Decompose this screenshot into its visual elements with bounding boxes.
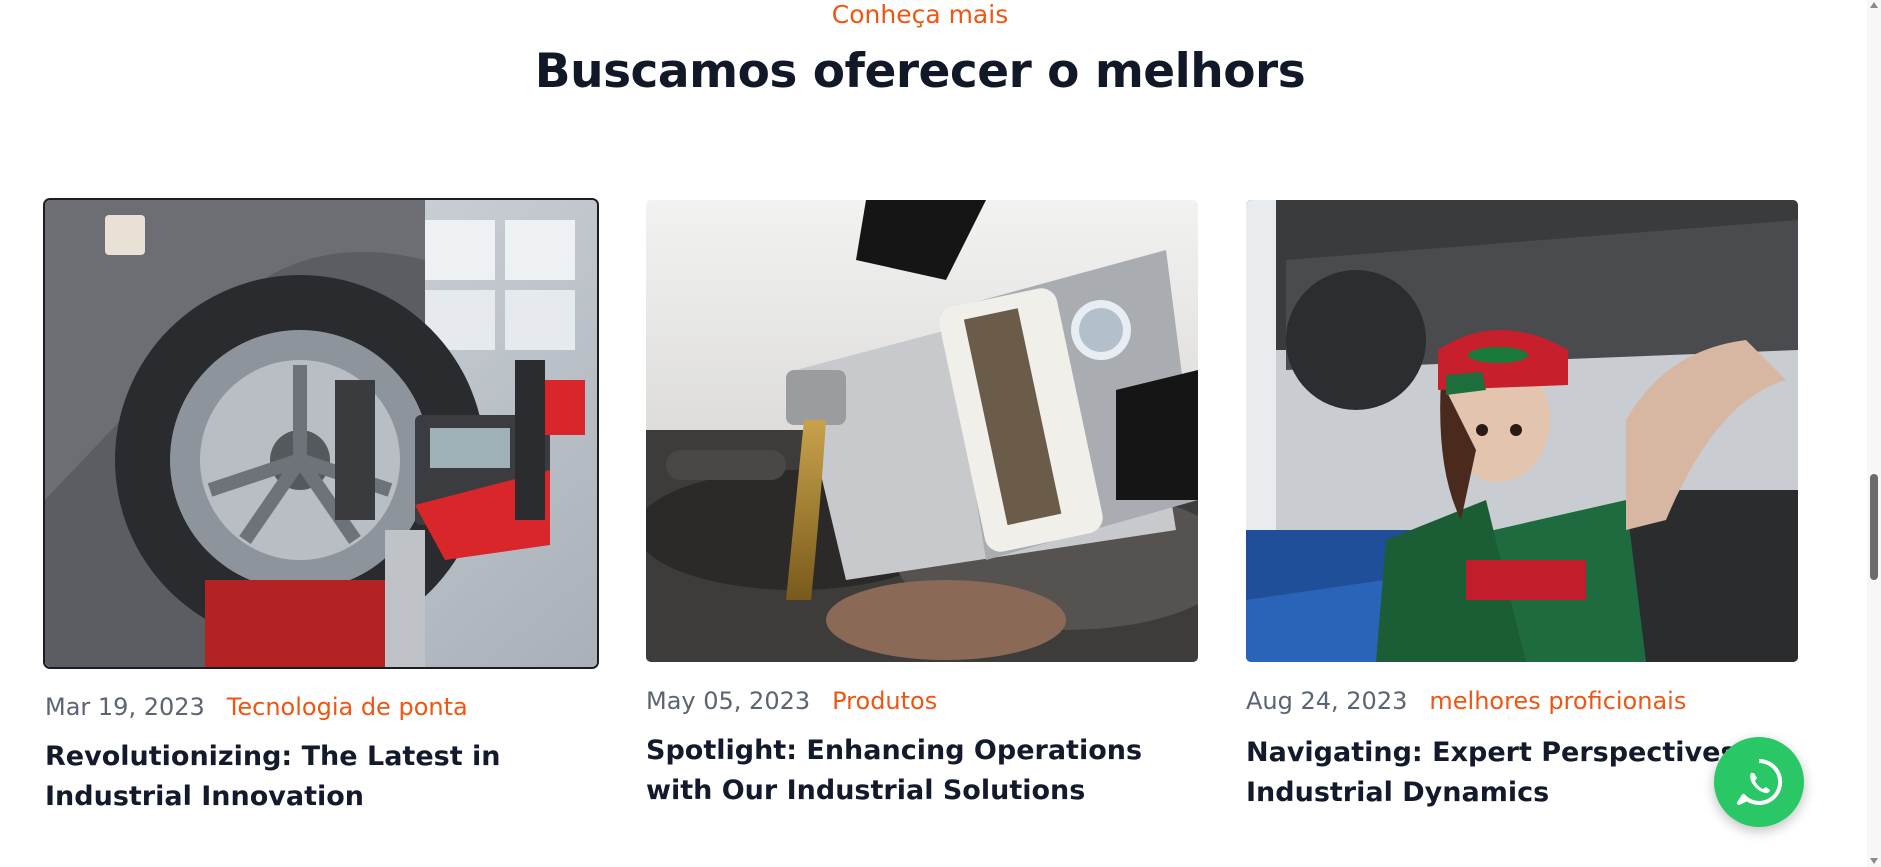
scrollbar[interactable] bbox=[1867, 0, 1881, 867]
blog-card-image[interactable] bbox=[646, 200, 1198, 662]
post-category[interactable]: melhores proficionais bbox=[1429, 687, 1686, 715]
post-meta: Aug 24, 2023 melhores proficionais bbox=[1246, 686, 1686, 716]
wheel-alignment-photo bbox=[45, 200, 597, 667]
post-date: Aug 24, 2023 bbox=[1246, 687, 1408, 715]
blog-card-image[interactable] bbox=[1246, 200, 1798, 662]
section-title: Buscamos oferecer o melhors bbox=[534, 44, 1306, 99]
oil-pouring-photo bbox=[646, 200, 1198, 662]
scroll-up-arrow-icon[interactable] bbox=[1870, 2, 1878, 8]
mechanic-photo bbox=[1246, 200, 1798, 662]
section-eyebrow: Conheça mais bbox=[831, 0, 1009, 29]
post-date: Mar 19, 2023 bbox=[45, 693, 205, 721]
whatsapp-icon bbox=[1737, 758, 1783, 805]
blog-card-image[interactable] bbox=[45, 200, 597, 667]
post-date: May 05, 2023 bbox=[646, 687, 811, 715]
scrollbar-thumb[interactable] bbox=[1870, 474, 1878, 580]
scroll-down-arrow-icon[interactable] bbox=[1870, 858, 1878, 864]
post-meta: May 05, 2023 Produtos bbox=[646, 686, 937, 716]
post-category[interactable]: Tecnologia de ponta bbox=[227, 693, 468, 721]
post-category[interactable]: Produtos bbox=[832, 687, 937, 715]
post-title[interactable]: Revolutionizing: The Latest in Industria… bbox=[45, 737, 597, 817]
whatsapp-button[interactable] bbox=[1714, 737, 1804, 827]
post-title[interactable]: Spotlight: Enhancing Operations with Our… bbox=[646, 731, 1198, 811]
post-meta: Mar 19, 2023 Tecnologia de ponta bbox=[45, 692, 468, 722]
